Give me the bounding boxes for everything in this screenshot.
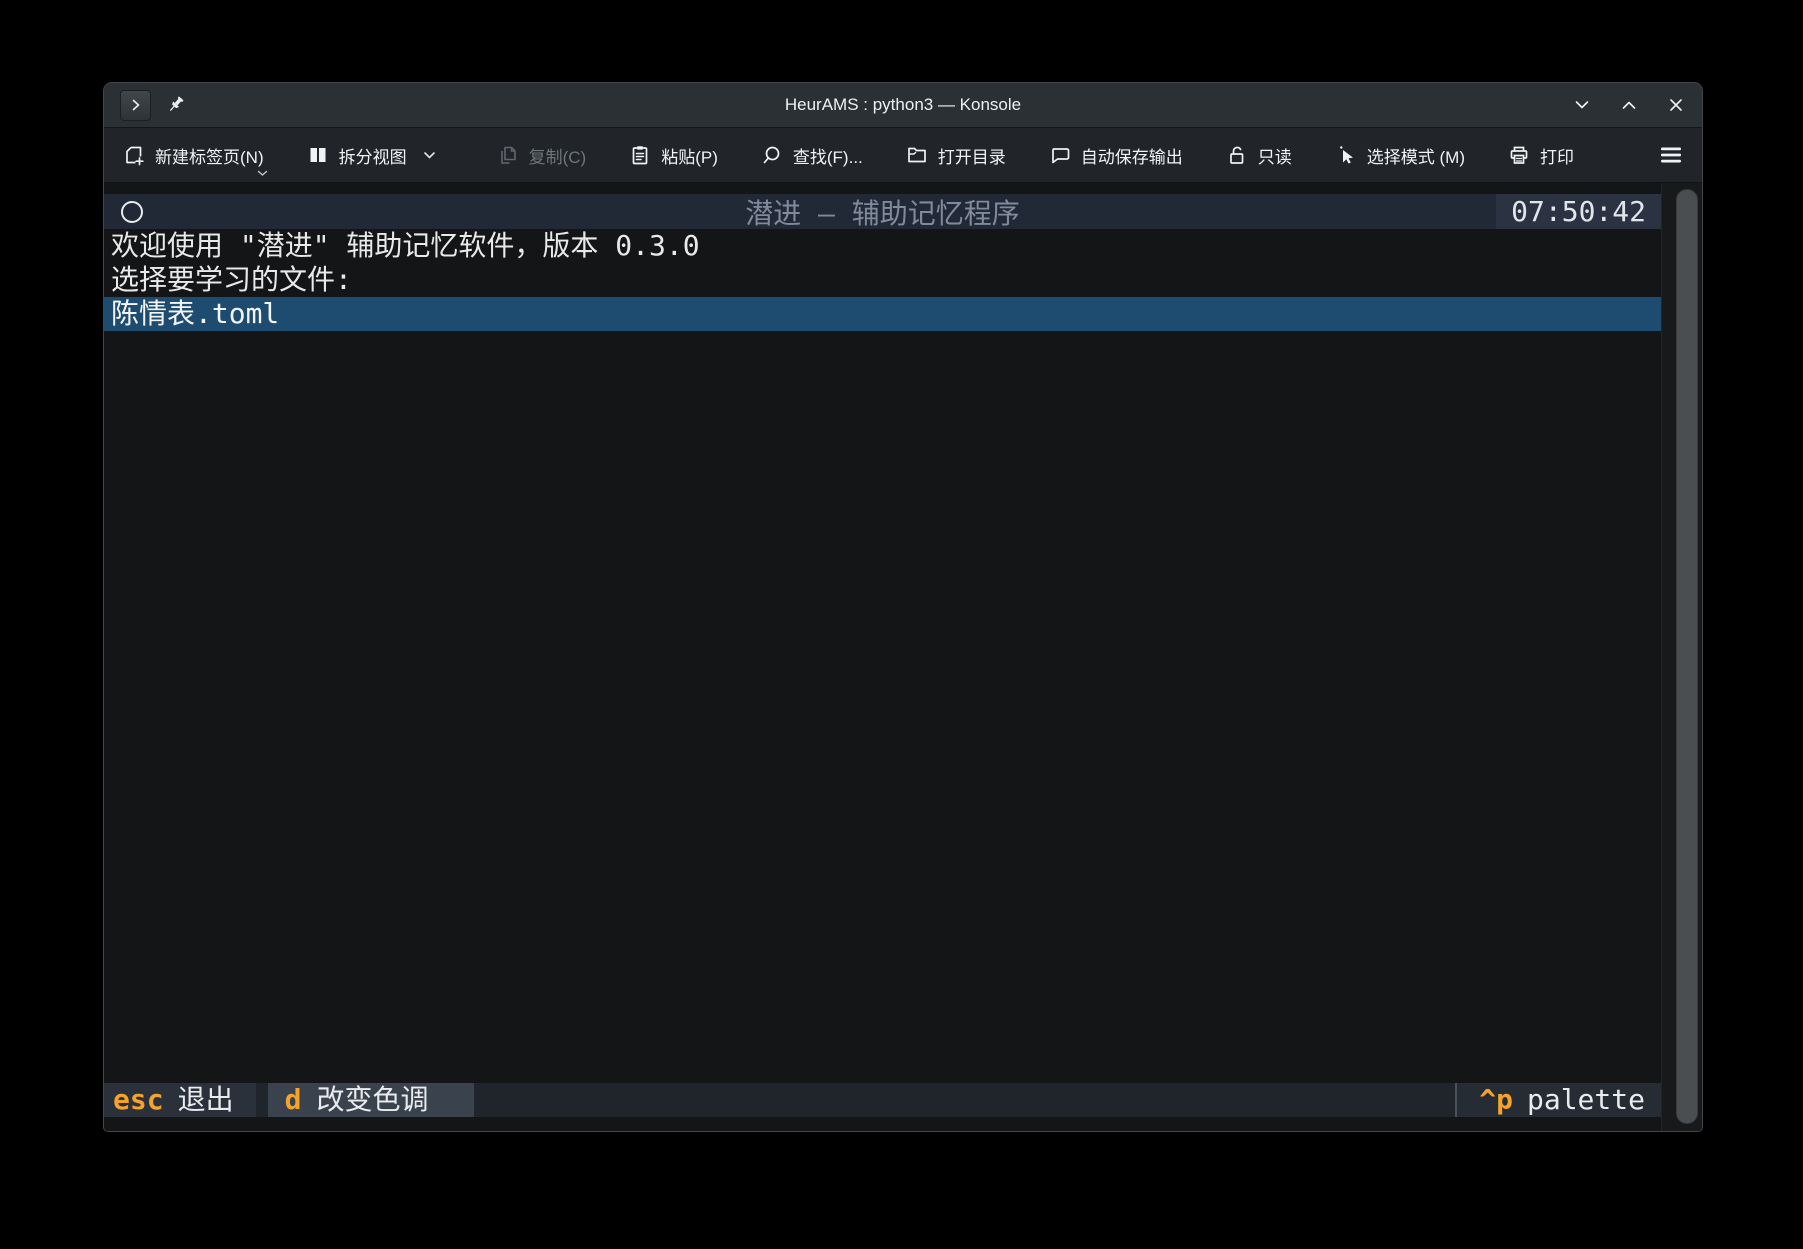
new-tab-icon — [122, 143, 146, 167]
footer-binding-esc[interactable]: esc 退出 — [104, 1083, 256, 1117]
new-tab-label: 新建标签页(N) — [155, 143, 264, 168]
printer-icon — [1507, 143, 1531, 167]
tui-header: 潜进 – 辅助记忆程序 07:50:42 — [104, 194, 1661, 229]
open-directory-button[interactable]: 打开目录 — [905, 143, 1006, 168]
lock-open-icon — [1225, 143, 1249, 167]
chevron-down-icon — [257, 170, 268, 177]
close-icon — [1666, 95, 1686, 115]
binding-key: d — [285, 1083, 302, 1117]
split-view-icon — [306, 143, 330, 167]
close-button[interactable] — [1666, 95, 1686, 115]
select-mode-button[interactable]: 选择模式 (M) — [1334, 143, 1465, 168]
split-view-label: 拆分视图 — [339, 143, 407, 168]
cursor-icon — [1334, 143, 1358, 167]
chevron-up-icon — [1619, 95, 1639, 115]
search-icon — [760, 143, 784, 167]
konsole-window: HeurAMS : python3 — Konsole — [103, 82, 1703, 1132]
paste-label: 粘贴(P) — [661, 143, 718, 168]
hamburger-menu-button[interactable] — [1658, 144, 1684, 166]
toolbox-chevron-button[interactable] — [120, 90, 151, 121]
minimize-button[interactable] — [1572, 95, 1592, 115]
find-label: 查找(F)... — [793, 143, 863, 168]
chevron-right-icon — [129, 98, 143, 112]
scrollbar-track[interactable] — [1661, 183, 1702, 1131]
terminal-area: 潜进 – 辅助记忆程序 07:50:42 欢迎使用 "潜进" 辅助记忆软件，版本… — [104, 183, 1702, 1131]
autosave-output-label: 自动保存输出 — [1081, 143, 1183, 168]
output-bubble-icon — [1048, 143, 1072, 167]
maximize-button[interactable] — [1619, 95, 1639, 115]
paste-button[interactable]: 粘贴(P) — [628, 143, 718, 168]
welcome-line: 欢迎使用 "潜进" 辅助记忆软件，版本 0.3.0 — [104, 229, 1661, 263]
list-item-file[interactable]: 陈情表.toml — [104, 297, 1661, 331]
binding-key: ^p — [1479, 1083, 1513, 1117]
footer-binding-palette[interactable]: ^p palette — [1455, 1083, 1661, 1117]
chevron-down-icon — [1572, 95, 1592, 115]
window-title: HeurAMS : python3 — Konsole — [104, 95, 1702, 115]
tui-app-title: 潜进 – 辅助记忆程序 — [104, 192, 1661, 232]
titlebar: HeurAMS : python3 — Konsole — [104, 83, 1702, 128]
scrollbar-thumb[interactable] — [1676, 189, 1698, 1124]
read-only-label: 只读 — [1258, 143, 1292, 168]
read-only-button[interactable]: 只读 — [1225, 143, 1292, 168]
binding-label: 退出 — [178, 1083, 234, 1117]
paste-icon — [628, 143, 652, 167]
open-directory-label: 打开目录 — [938, 143, 1006, 168]
toolbar: 新建标签页(N) 拆分视图 复制(C) — [104, 128, 1702, 183]
binding-label: 改变色调 — [316, 1083, 428, 1117]
footer-spacer — [474, 1083, 1455, 1117]
window-controls — [1572, 95, 1686, 115]
binding-label: palette — [1527, 1083, 1645, 1117]
tui-body-space — [104, 331, 1661, 1083]
copy-label: 复制(C) — [529, 143, 587, 168]
find-button[interactable]: 查找(F)... — [760, 143, 863, 168]
footer-binding-d[interactable]: d 改变色调 — [268, 1083, 475, 1117]
split-view-button[interactable]: 拆分视图 — [306, 143, 436, 168]
autosave-output-button[interactable]: 自动保存输出 — [1048, 143, 1183, 168]
select-mode-label: 选择模式 (M) — [1367, 143, 1465, 168]
prompt-line: 选择要学习的文件: — [104, 263, 1661, 297]
hamburger-icon — [1658, 144, 1684, 166]
binding-key: esc — [113, 1083, 164, 1117]
pin-icon[interactable] — [166, 94, 188, 116]
print-button[interactable]: 打印 — [1507, 143, 1574, 168]
copy-button: 复制(C) — [496, 143, 587, 168]
tui-app: 潜进 – 辅助记忆程序 07:50:42 欢迎使用 "潜进" 辅助记忆软件，版本… — [104, 183, 1661, 1131]
new-tab-button[interactable]: 新建标签页(N) — [122, 143, 264, 168]
chevron-down-icon — [423, 151, 436, 160]
tui-footer: esc 退出 d 改变色调 ^p palette — [104, 1083, 1661, 1117]
copy-icon — [496, 143, 520, 167]
folder-icon — [905, 143, 929, 167]
print-label: 打印 — [1540, 143, 1574, 168]
